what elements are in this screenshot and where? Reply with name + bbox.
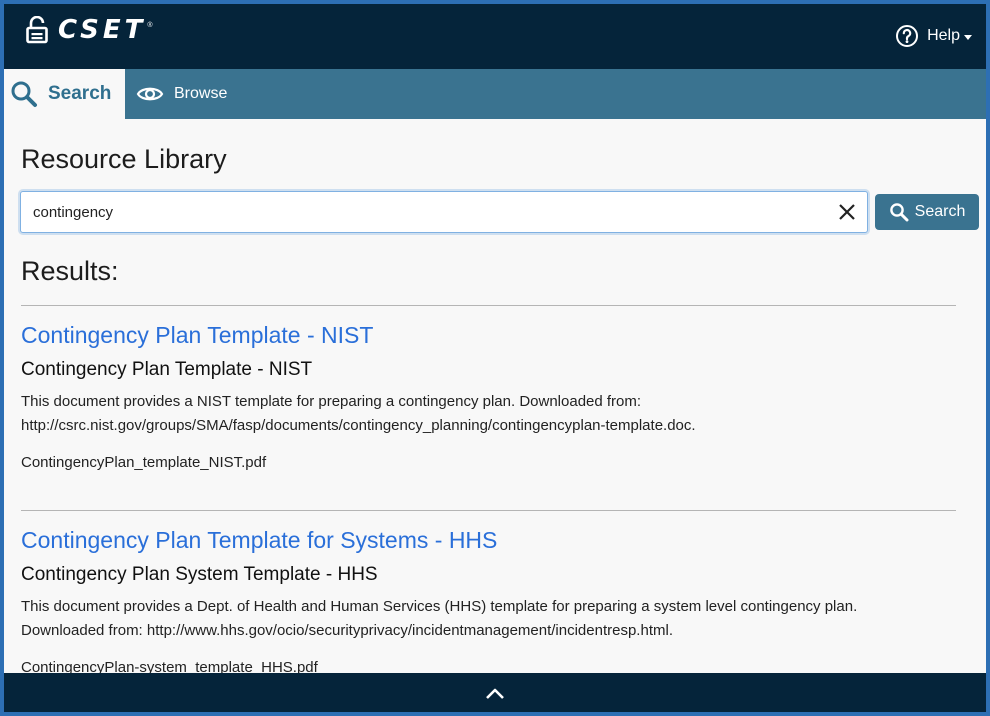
top-navbar: CSET ® Help xyxy=(4,4,986,69)
result-description-line: This document provides a Dept. of Health… xyxy=(21,598,858,616)
divider xyxy=(21,510,956,511)
app-name: CSET xyxy=(58,15,147,45)
result-description-line: This document provides a NIST template f… xyxy=(21,393,642,411)
result-item: Contingency Plan Template for Systems - … xyxy=(21,527,956,678)
result-description: This document provides a Dept. of Health… xyxy=(21,595,956,643)
result-title-link[interactable]: Contingency Plan Template for Systems - … xyxy=(21,527,956,555)
result-title-link[interactable]: Contingency Plan Template - NIST xyxy=(21,322,956,350)
caret-down-icon xyxy=(964,34,972,40)
eye-icon xyxy=(136,87,164,101)
result-description: This document provides a NIST template f… xyxy=(21,390,956,438)
search-input[interactable] xyxy=(21,192,829,232)
help-menu-button[interactable]: Help xyxy=(895,24,972,48)
result-description-line: Downloaded from: http://www.hhs.gov/ocio… xyxy=(21,622,673,640)
registered-mark: ® xyxy=(147,22,153,29)
bottom-bar xyxy=(4,673,986,712)
page-title: Resource Library xyxy=(21,144,227,174)
result-subtitle: Contingency Plan Template - NIST xyxy=(21,358,313,380)
result-item: Contingency Plan Template - NIST Conting… xyxy=(21,322,956,473)
chevron-up-icon[interactable] xyxy=(485,686,505,700)
question-circle-icon xyxy=(896,25,919,47)
app-window: CSET ® Help Search Browse Resource Libra… xyxy=(4,4,986,712)
tab-bar: Search Browse xyxy=(4,69,986,119)
result-description-line: http://csrc.nist.gov/groups/SMA/fasp/doc… xyxy=(21,417,696,435)
search-icon xyxy=(889,203,909,222)
cset-logo[interactable]: CSET ® xyxy=(26,16,153,44)
tab-search-label: Search xyxy=(48,83,112,104)
search-button[interactable]: Search xyxy=(875,194,979,230)
divider xyxy=(21,305,956,306)
search-button-label: Search xyxy=(914,203,966,220)
search-field xyxy=(20,191,868,233)
help-label: Help xyxy=(927,27,960,44)
tab-browse-label: Browse xyxy=(174,85,228,102)
results-heading: Results: xyxy=(21,256,119,286)
lock-icon xyxy=(26,16,48,44)
close-icon[interactable] xyxy=(837,202,857,222)
search-icon xyxy=(11,81,37,107)
result-subtitle: Contingency Plan System Template - HHS xyxy=(21,563,378,585)
tab-search[interactable]: Search xyxy=(4,69,125,119)
tab-browse[interactable]: Browse xyxy=(136,69,227,119)
result-filename: ContingencyPlan_template_NIST.pdf xyxy=(21,454,267,472)
